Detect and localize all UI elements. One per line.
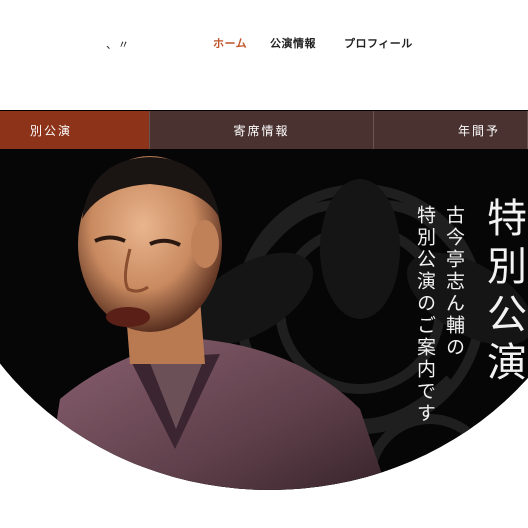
tab-special-performance[interactable]: 別公演 bbox=[0, 111, 150, 149]
hero-banner: 特別公演 古今亭志ん輔の 特別公演のご案内です bbox=[0, 149, 528, 490]
page: 、〃 ホーム 公演情報 プロフィール 別公演 寄席情報 年間予 特別公演 古今亭… bbox=[0, 0, 528, 528]
hero-title: 特別公演 bbox=[480, 197, 526, 389]
nav-link-profile[interactable]: プロフィール bbox=[344, 35, 413, 51]
tab-yose-info[interactable]: 寄席情報 bbox=[150, 111, 374, 149]
main-nav: ホーム 公演情報 プロフィール bbox=[0, 35, 528, 53]
hero-viewport: 別公演 寄席情報 年間予 特別公演 古今亭志ん輔の 特別公演のご案内です bbox=[0, 110, 528, 490]
category-tabs: 別公演 寄席情報 年間予 bbox=[0, 111, 528, 149]
nav-link-performance[interactable]: 公演情報 bbox=[270, 35, 316, 51]
tab-annual-schedule[interactable]: 年間予 bbox=[374, 111, 528, 149]
hero-subtitle-line2: 特別公演のご案内です bbox=[414, 205, 436, 425]
nav-link-home[interactable]: ホーム bbox=[213, 35, 247, 51]
hero-subtitle-line1: 古今亭志ん輔の bbox=[443, 205, 465, 359]
